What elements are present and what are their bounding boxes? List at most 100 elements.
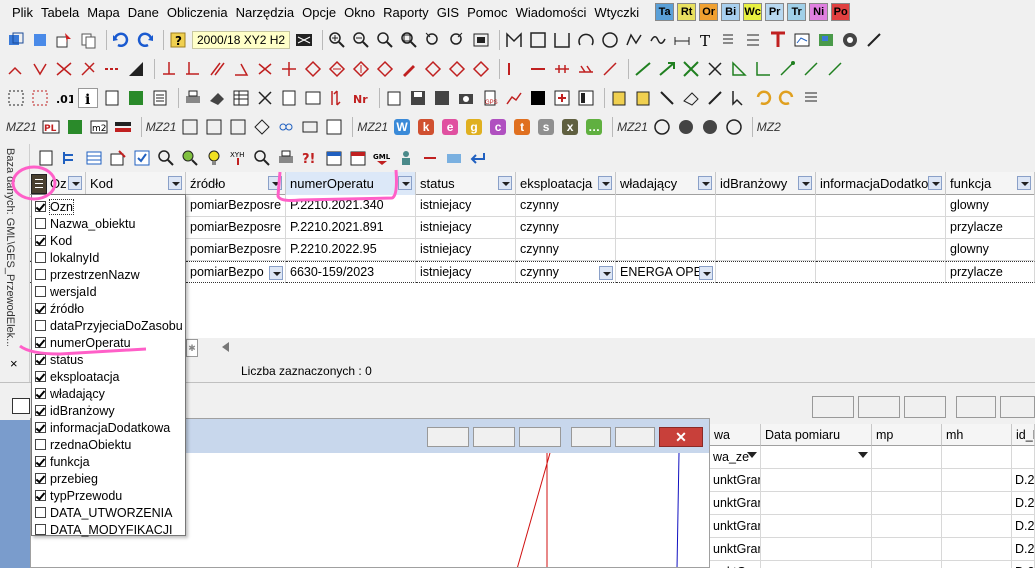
redo-icon[interactable] bbox=[135, 30, 155, 50]
lower-table-cell[interactable] bbox=[761, 515, 872, 538]
table-cell[interactable] bbox=[616, 217, 716, 239]
search-icon[interactable] bbox=[156, 148, 176, 168]
chart-icon[interactable] bbox=[504, 88, 524, 108]
module-badge[interactable]: Po bbox=[831, 3, 851, 21]
blank-icon[interactable] bbox=[279, 88, 299, 108]
column-chooser-item[interactable]: rzednaObiektu bbox=[32, 436, 185, 453]
tool-icon[interactable] bbox=[864, 30, 884, 50]
perp-icon[interactable] bbox=[159, 59, 179, 79]
table-cell[interactable]: pomiarBezposre bbox=[186, 239, 286, 261]
select-red-icon[interactable] bbox=[30, 88, 50, 108]
line-tool-icon[interactable] bbox=[504, 30, 524, 50]
column-checkbox[interactable] bbox=[35, 490, 46, 501]
filter-dropdown-icon[interactable] bbox=[698, 176, 712, 190]
green-x-icon[interactable] bbox=[705, 59, 725, 79]
checkbox-icon[interactable] bbox=[132, 148, 152, 168]
round-3-icon[interactable] bbox=[700, 117, 720, 137]
table-cell[interactable] bbox=[716, 217, 816, 239]
disk-icon[interactable] bbox=[408, 88, 428, 108]
table-cell[interactable]: czynny bbox=[516, 195, 616, 217]
dimension-icon[interactable] bbox=[672, 30, 692, 50]
black-square-icon[interactable] bbox=[528, 88, 548, 108]
letter-icon[interactable]: W bbox=[392, 117, 412, 137]
table-cell[interactable] bbox=[616, 239, 716, 261]
table-cell[interactable]: ENERGA OPE bbox=[616, 261, 716, 283]
angle-icon[interactable] bbox=[231, 59, 251, 79]
red-mark-icon[interactable] bbox=[504, 59, 524, 79]
column-checkbox[interactable] bbox=[35, 337, 46, 348]
lower-table-cell[interactable] bbox=[872, 561, 942, 568]
lower-table-cell[interactable]: D.2 bbox=[1012, 561, 1035, 568]
camera-icon[interactable] bbox=[456, 88, 476, 108]
lower-table-cell[interactable] bbox=[761, 561, 872, 568]
dashed-line-icon[interactable] bbox=[102, 59, 122, 79]
column-checkbox[interactable] bbox=[35, 405, 46, 416]
lower-table-cell[interactable] bbox=[872, 492, 942, 515]
letter-icon[interactable]: … bbox=[584, 117, 604, 137]
pen-icon[interactable] bbox=[705, 88, 725, 108]
green-line-icon[interactable] bbox=[633, 59, 653, 79]
table-cell[interactable] bbox=[816, 239, 946, 261]
layers-icon[interactable] bbox=[30, 30, 50, 50]
table-cell[interactable]: przylacze bbox=[946, 261, 1035, 283]
lower-table-cell[interactable]: D.2 bbox=[1012, 492, 1035, 515]
lower-table-cell[interactable] bbox=[872, 538, 942, 561]
zoom-out-icon[interactable] bbox=[351, 30, 371, 50]
column-chooser-item[interactable]: status bbox=[32, 351, 185, 368]
filter-dropdown-icon[interactable] bbox=[747, 452, 757, 458]
table-cell[interactable]: P.2210.2021.340 bbox=[286, 195, 416, 217]
nr-icon[interactable]: Nr bbox=[351, 88, 371, 108]
offset-icon[interactable] bbox=[255, 59, 275, 79]
doc-icon[interactable] bbox=[102, 88, 122, 108]
table-cell[interactable]: P.2210.2021.891 bbox=[286, 217, 416, 239]
column-chooser-item[interactable]: funkcja bbox=[32, 453, 185, 470]
stripe-icon[interactable] bbox=[113, 117, 133, 137]
eraser-icon[interactable] bbox=[207, 88, 227, 108]
column-checkbox[interactable] bbox=[35, 269, 46, 280]
select-arrow-icon[interactable] bbox=[729, 88, 749, 108]
red-hatch-icon[interactable] bbox=[576, 59, 596, 79]
column-chooser-item[interactable]: władający bbox=[32, 385, 185, 402]
green-cross-icon[interactable] bbox=[681, 59, 701, 79]
fill-icon[interactable] bbox=[126, 59, 146, 79]
pencil-icon[interactable] bbox=[399, 59, 419, 79]
menu-wiadomosci[interactable]: Wiadomości bbox=[512, 5, 591, 20]
module-badge[interactable]: Ni bbox=[809, 3, 829, 21]
grid-red-icon[interactable] bbox=[768, 30, 788, 50]
table-cell[interactable]: istniejacy bbox=[416, 239, 516, 261]
table-cell[interactable] bbox=[716, 239, 816, 261]
lower-column-header[interactable]: mp bbox=[872, 424, 942, 446]
menu-dane[interactable]: Dane bbox=[124, 5, 163, 20]
column-checkbox[interactable] bbox=[35, 201, 46, 212]
doc-lines-icon[interactable] bbox=[150, 88, 170, 108]
column-chooser-item[interactable]: przestrzenNazw bbox=[32, 266, 185, 283]
column-chooser-item[interactable]: źródło bbox=[32, 300, 185, 317]
menu-tabela[interactable]: Tabela bbox=[37, 5, 83, 20]
column-checkbox[interactable] bbox=[35, 524, 46, 535]
diamond-icon[interactable] bbox=[303, 59, 323, 79]
column-chooser-item[interactable]: numerOperatu bbox=[32, 334, 185, 351]
lower-table-cell[interactable] bbox=[872, 515, 942, 538]
lower-table-cell[interactable] bbox=[942, 538, 1012, 561]
drawing-help-button[interactable] bbox=[473, 427, 515, 447]
table-cell[interactable] bbox=[716, 261, 816, 283]
arc-tool-icon[interactable] bbox=[576, 30, 596, 50]
table-cell[interactable]: istniejacy bbox=[416, 195, 516, 217]
letter-icon[interactable]: g bbox=[464, 117, 484, 137]
redo-yellow-icon[interactable] bbox=[777, 88, 797, 108]
letter-icon[interactable]: k bbox=[416, 117, 436, 137]
map-frame-3-icon[interactable] bbox=[228, 117, 248, 137]
column-checkbox[interactable] bbox=[35, 507, 46, 518]
lower-table-cell[interactable] bbox=[942, 515, 1012, 538]
snap-tool-icon[interactable] bbox=[6, 59, 26, 79]
module-badge[interactable]: Pr bbox=[765, 3, 785, 21]
column-checkbox[interactable] bbox=[35, 235, 46, 246]
lower-help-button[interactable] bbox=[858, 396, 900, 418]
delete-icon[interactable] bbox=[255, 88, 275, 108]
filter-dropdown-icon[interactable] bbox=[928, 176, 942, 190]
menu-wtyczki[interactable]: Wtyczki bbox=[590, 5, 643, 20]
return-icon[interactable] bbox=[468, 148, 488, 168]
menu-okno[interactable]: Okno bbox=[340, 5, 379, 20]
column-chooser-item[interactable]: typPrzewodu bbox=[32, 487, 185, 504]
green-node-icon[interactable] bbox=[777, 59, 797, 79]
